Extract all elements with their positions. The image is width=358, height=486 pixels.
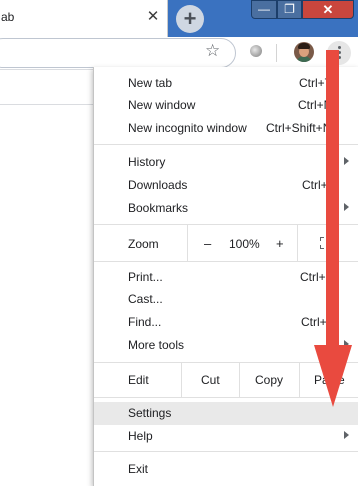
menu-item-label: Print... xyxy=(128,270,163,284)
menu-item-label: New incognito window xyxy=(128,121,247,135)
fullscreen-corner xyxy=(320,245,324,249)
tab-strip: ab ✕ + — ❐ ✕ xyxy=(0,0,358,37)
menu-item-shortcut: Ctrl+Shift+N xyxy=(266,121,332,135)
avatar[interactable] xyxy=(294,42,314,62)
menu-separator xyxy=(94,144,358,145)
avatar-hair xyxy=(298,43,310,49)
menu-item-downloads[interactable]: Downloads Ctrl+J xyxy=(94,174,358,197)
menu-item-find[interactable]: Find... Ctrl+F xyxy=(94,311,358,334)
menu-item-help[interactable]: Help xyxy=(94,425,358,448)
menu-item-new-incognito-window[interactable]: New incognito window Ctrl+Shift+N xyxy=(94,117,358,140)
menu-separator xyxy=(94,261,358,262)
menu-separator xyxy=(94,451,358,452)
zoom-out-button[interactable]: – xyxy=(204,236,211,251)
zoom-label: Zoom xyxy=(128,237,159,251)
menu-item-exit[interactable]: Exit xyxy=(94,458,358,481)
submenu-arrow-icon xyxy=(344,431,349,439)
edit-label: Edit xyxy=(128,373,149,387)
maximize-button[interactable]: ❐ xyxy=(277,0,302,19)
browser-menu: New tab Ctrl+T New window Ctrl+N New inc… xyxy=(93,67,358,486)
zoom-divider xyxy=(297,225,298,261)
zoom-divider xyxy=(187,225,188,261)
menu-item-new-window[interactable]: New window Ctrl+N xyxy=(94,94,358,117)
annotation-arrow-head xyxy=(314,345,352,407)
menu-item-history[interactable]: History xyxy=(94,151,358,174)
menu-item-label: Help xyxy=(128,429,153,443)
toolbar: ☆ xyxy=(0,37,358,70)
copy-label: Copy xyxy=(255,373,284,387)
page-divider xyxy=(0,104,93,105)
menu-item-label: Downloads xyxy=(128,178,188,192)
fullscreen-corner xyxy=(320,237,324,241)
menu-dot xyxy=(338,46,341,49)
zoom-row: Zoom – 100% + xyxy=(94,225,358,261)
cut-label: Cut xyxy=(201,373,220,387)
annotation-arrow xyxy=(326,50,339,346)
menu-item-label: New tab xyxy=(128,76,173,90)
menu-item-label: Find... xyxy=(128,315,162,329)
zoom-in-button[interactable]: + xyxy=(276,236,284,251)
menu-item-label: Settings xyxy=(128,406,172,420)
menu-item-label: New window xyxy=(128,98,196,112)
menu-item-label: Bookmarks xyxy=(128,201,189,215)
menu-item-cast[interactable]: Cast... xyxy=(94,288,358,311)
menu-item-bookmarks[interactable]: Bookmarks xyxy=(94,197,358,220)
zoom-level: 100% xyxy=(229,237,260,251)
extension-icon[interactable] xyxy=(250,45,262,57)
submenu-arrow-icon xyxy=(344,203,349,211)
cut-button[interactable]: Cut xyxy=(181,363,240,397)
menu-item-new-tab[interactable]: New tab Ctrl+T xyxy=(94,72,358,95)
new-tab-icon[interactable]: + xyxy=(176,5,204,33)
submenu-arrow-icon xyxy=(344,157,349,165)
star-icon[interactable]: ☆ xyxy=(205,41,220,61)
menu-item-label: History xyxy=(128,155,166,169)
window-close-button[interactable]: ✕ xyxy=(302,0,354,19)
tab-title: ab xyxy=(1,10,15,24)
menu-item-label: Cast... xyxy=(128,292,163,306)
browser-tab[interactable]: ab ✕ xyxy=(0,0,168,37)
menu-item-label: More tools xyxy=(128,338,185,352)
toolbar-divider xyxy=(276,44,277,62)
copy-button[interactable]: Copy xyxy=(239,363,300,397)
menu-item-label: Exit xyxy=(128,462,149,476)
address-bar[interactable] xyxy=(0,38,236,68)
minimize-button[interactable]: — xyxy=(251,0,277,19)
close-icon[interactable]: ✕ xyxy=(145,8,161,26)
menu-item-print[interactable]: Print... Ctrl+P xyxy=(94,266,358,289)
